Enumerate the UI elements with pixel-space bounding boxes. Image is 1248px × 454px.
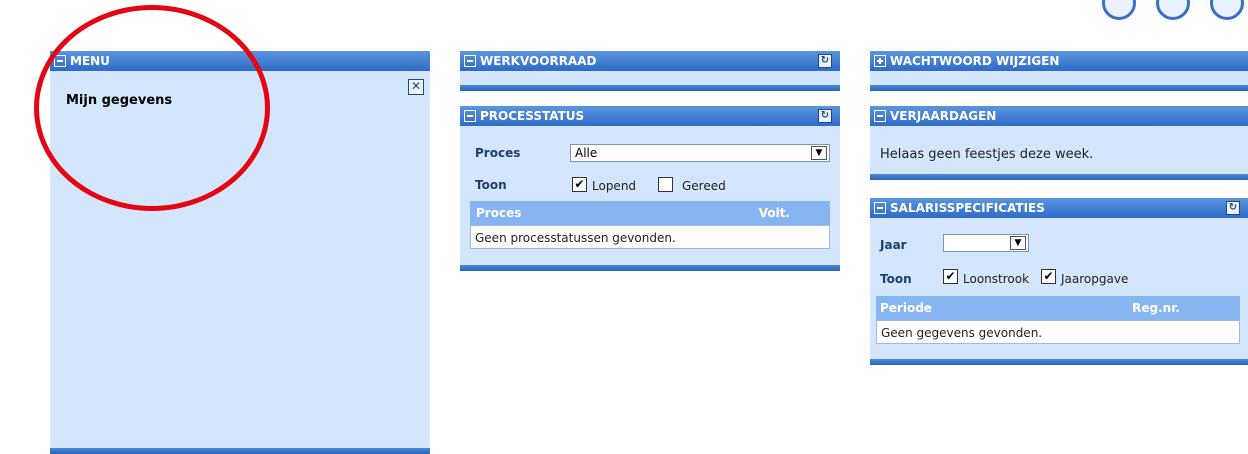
proces-select-value: Alle	[575, 146, 598, 160]
gereed-label: Gereed	[682, 179, 726, 193]
toolbar-icon-1[interactable]	[1102, 0, 1136, 20]
verjaardagen-panel: VERJAARDAGEN Helaas geen feestjes deze w…	[870, 106, 1248, 180]
werkvoorraad-header[interactable]: WERKVOORRAAD ↻	[460, 51, 840, 71]
col-volt: Volt.	[758, 206, 790, 220]
salaris-table-empty: Geen gegevens gevonden.	[876, 320, 1240, 344]
jaaropgave-label: Jaaropgave	[1061, 272, 1129, 286]
toolbar-icon-3[interactable]	[1210, 0, 1244, 20]
wachtwoord-panel: WACHTWOORD WIJZIGEN	[870, 51, 1248, 91]
salaris-title: SALARISSPECIFICATIES	[890, 201, 1045, 215]
verjaardagen-header[interactable]: VERJAARDAGEN	[870, 106, 1248, 126]
collapse-icon[interactable]	[874, 110, 886, 122]
lopend-checkbox[interactable]: ✔	[572, 177, 587, 192]
processtatus-panel: PROCESSTATUS ↻ Proces Alle ▼ Toon ✔ Lope…	[460, 106, 840, 271]
lopend-label: Lopend	[592, 179, 637, 193]
salaris-footer	[870, 359, 1248, 365]
toon-label: Toon	[475, 178, 507, 192]
proces-select[interactable]: Alle ▼	[570, 144, 830, 162]
menu-header[interactable]: MENU	[50, 51, 430, 71]
werkvoorraad-panel: WERKVOORRAAD ↻	[460, 51, 840, 91]
close-icon[interactable]: ✕	[408, 79, 424, 95]
toolbar-icon-2[interactable]	[1156, 0, 1190, 20]
collapse-icon[interactable]	[874, 202, 886, 214]
proces-label: Proces	[475, 146, 521, 160]
salaris-panel: SALARISSPECIFICATIES ↻ Jaar ▼ Toon ✔ Loo…	[870, 198, 1248, 365]
gereed-checkbox[interactable]	[658, 177, 673, 192]
menu-panel: MENU ✕ Mijn gegevens	[50, 51, 430, 454]
menu-footer	[50, 448, 430, 454]
expand-icon[interactable]	[874, 55, 886, 67]
col-regnr: Reg.nr.	[1132, 301, 1180, 315]
processtatus-footer	[460, 265, 840, 271]
top-toolbar-icons	[1102, 0, 1244, 20]
processtatus-table-empty: Geen processtatussen gevonden.	[470, 225, 830, 249]
jaar-select[interactable]: ▼	[943, 234, 1029, 252]
col-periode: Periode	[880, 301, 932, 315]
wachtwoord-footer	[870, 85, 1248, 91]
loonstrook-label: Loonstrook	[963, 272, 1030, 286]
refresh-icon[interactable]: ↻	[818, 54, 832, 68]
loonstrook-checkbox[interactable]: ✔	[943, 269, 958, 284]
refresh-icon[interactable]: ↻	[818, 109, 832, 123]
salaris-table-header: Periode Reg.nr.	[876, 296, 1240, 320]
collapse-icon[interactable]	[464, 110, 476, 122]
salaris-header[interactable]: SALARISSPECIFICATIES ↻	[870, 198, 1248, 218]
chevron-down-icon[interactable]: ▼	[1010, 236, 1026, 250]
toon-label: Toon	[880, 272, 912, 286]
wachtwoord-title: WACHTWOORD WIJZIGEN	[890, 54, 1060, 68]
collapse-icon[interactable]	[464, 55, 476, 67]
werkvoorraad-footer	[460, 85, 840, 91]
chevron-down-icon[interactable]: ▼	[811, 146, 827, 160]
collapse-icon[interactable]	[54, 55, 66, 67]
werkvoorraad-title: WERKVOORRAAD	[480, 54, 597, 68]
menu-title: MENU	[70, 54, 110, 68]
menu-item-mijn-gegevens[interactable]: Mijn gegevens	[66, 93, 172, 108]
refresh-icon[interactable]: ↻	[1226, 201, 1240, 215]
verjaardagen-title: VERJAARDAGEN	[890, 109, 997, 123]
jaaropgave-checkbox[interactable]: ✔	[1041, 269, 1056, 284]
col-proces: Proces	[476, 206, 522, 220]
verjaardagen-footer	[870, 174, 1248, 180]
jaar-label: Jaar	[880, 238, 907, 252]
processtatus-table-header: Proces Volt.	[470, 201, 830, 225]
processtatus-header[interactable]: PROCESSTATUS ↻	[460, 106, 840, 126]
processtatus-title: PROCESSTATUS	[480, 109, 585, 123]
verjaardagen-text: Helaas geen feestjes deze week.	[880, 147, 1094, 162]
wachtwoord-header[interactable]: WACHTWOORD WIJZIGEN	[870, 51, 1248, 71]
